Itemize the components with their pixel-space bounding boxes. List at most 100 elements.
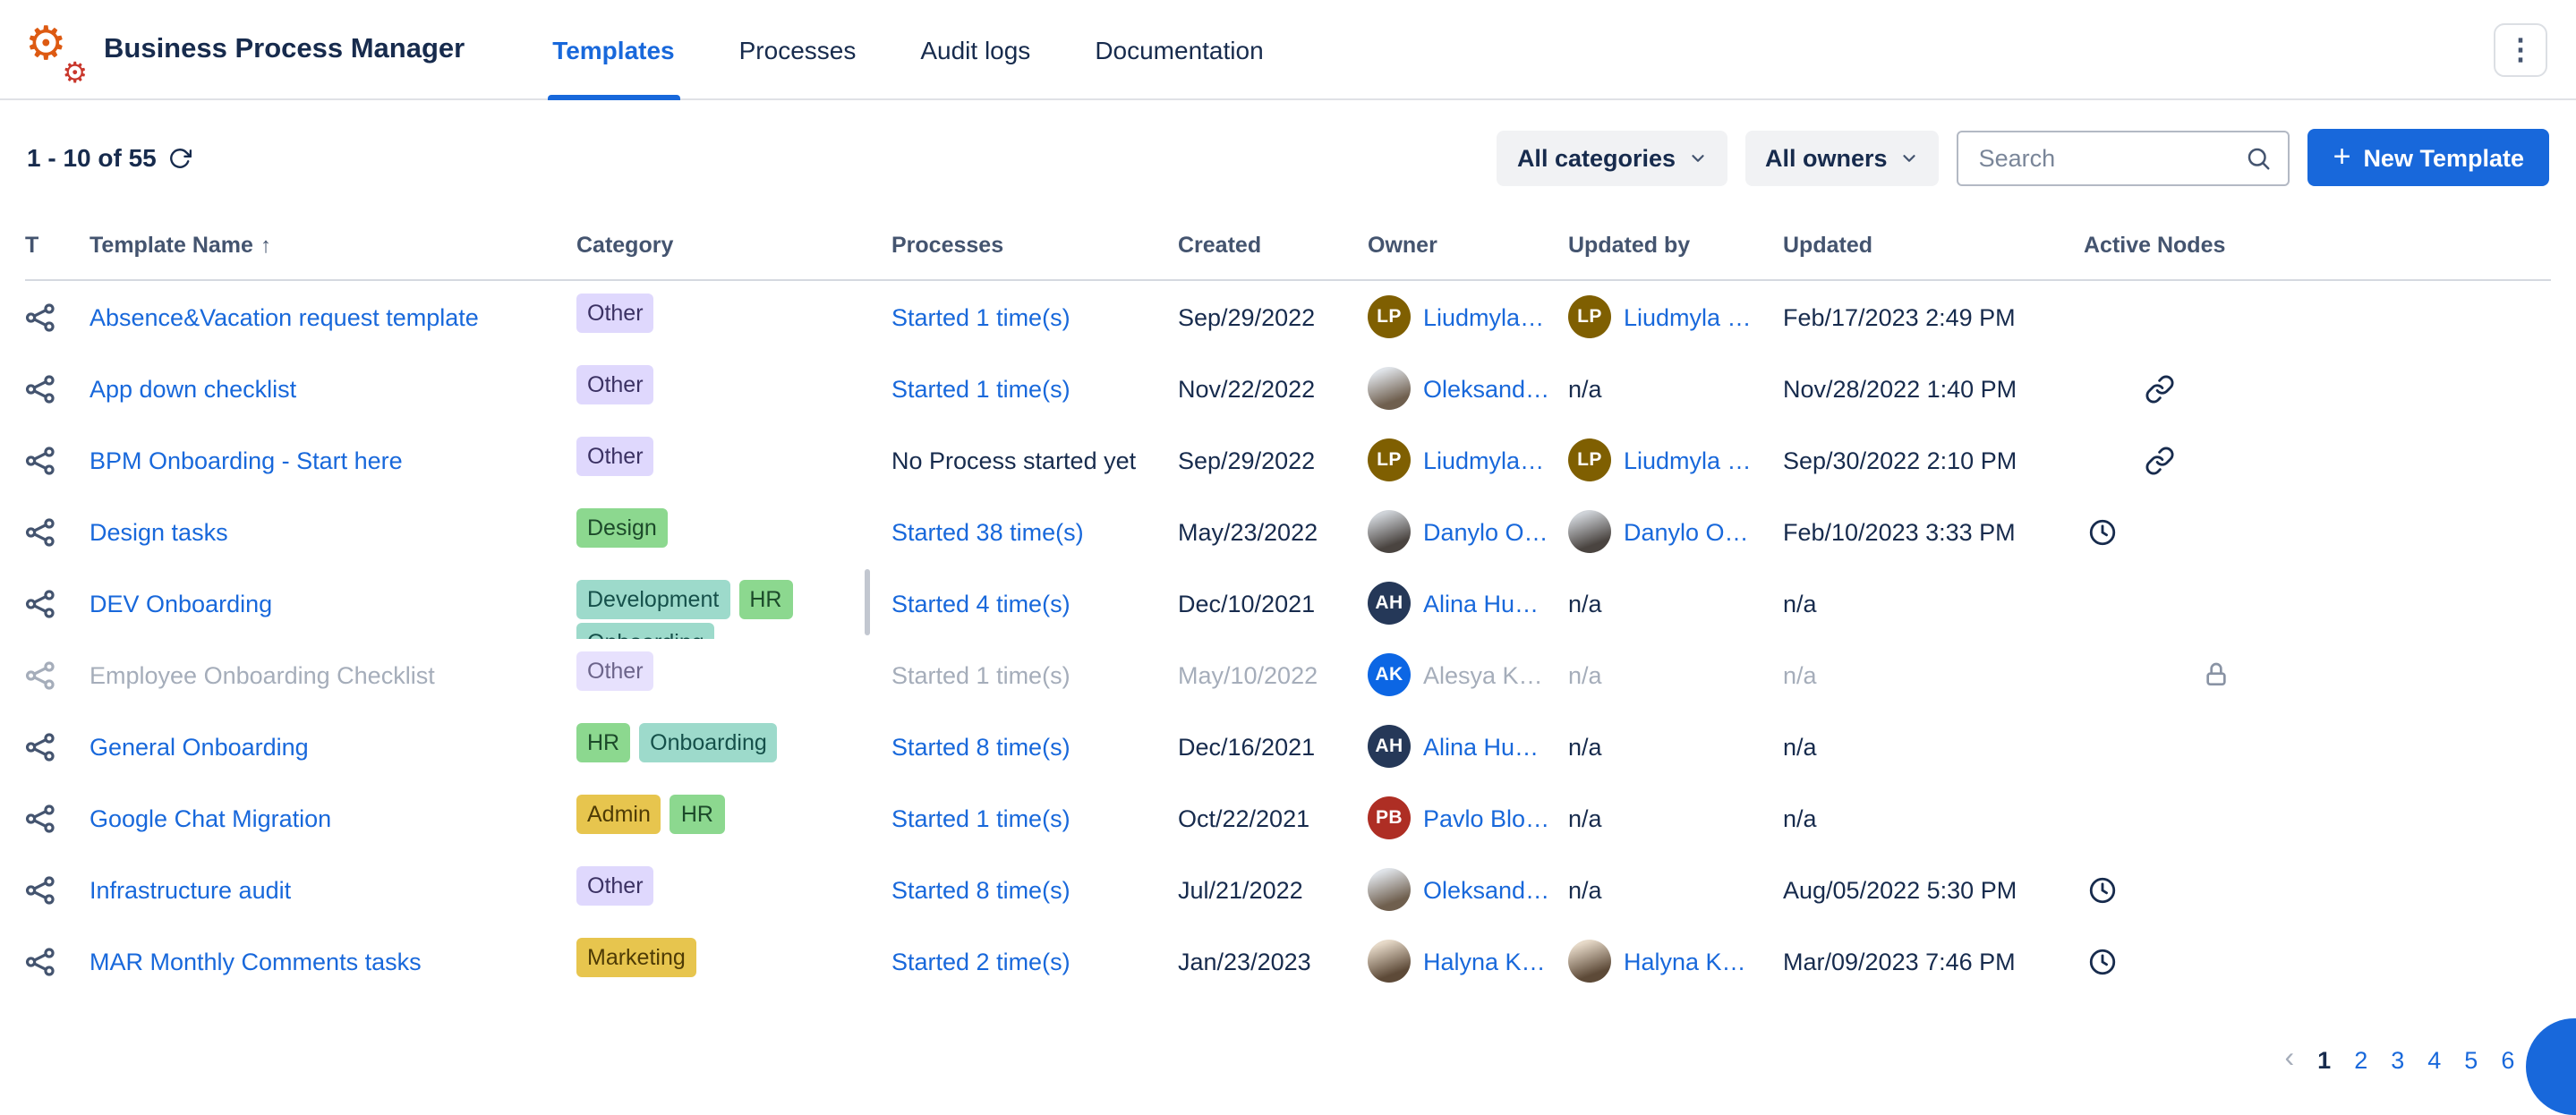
template-type-icon (25, 373, 55, 404)
pagination-page-6[interactable]: 6 (2501, 1046, 2514, 1073)
updated-by-text: n/a (1568, 733, 1602, 760)
template-name-link[interactable]: Design tasks (90, 518, 228, 545)
column-header-category[interactable]: Category (576, 232, 891, 257)
owner-link[interactable]: Alina Hu… (1423, 590, 1539, 617)
owner-link[interactable]: Oleksand… (1423, 876, 1549, 903)
updated-date: n/a (1783, 804, 2084, 831)
processes-link[interactable]: Started 4 time(s) (891, 590, 1070, 617)
clock-icon (2087, 946, 2118, 976)
sort-ascending-icon: ↑ (260, 232, 271, 257)
created-date: Nov/22/2022 (1178, 375, 1368, 402)
template-name-link[interactable]: Infrastructure audit (90, 876, 291, 903)
owner-link[interactable]: Halyna K… (1423, 948, 1546, 975)
avatar (1368, 868, 1411, 911)
pagination-page-2[interactable]: 2 (2354, 1046, 2367, 1073)
owner-link[interactable]: Liudmyla … (1423, 447, 1550, 473)
template-type-icon (25, 660, 55, 690)
template-name-link[interactable]: MAR Monthly Comments tasks (90, 948, 422, 975)
tab-audit-logs[interactable]: Audit logs (915, 0, 1036, 99)
column-header-created[interactable]: Created (1178, 232, 1368, 257)
processes-link[interactable]: Started 8 time(s) (891, 876, 1070, 903)
tab-processes[interactable]: Processes (734, 0, 862, 99)
tab-documentation[interactable]: Documentation (1089, 0, 1268, 99)
pagination-page-5[interactable]: 5 (2464, 1046, 2478, 1073)
new-template-button[interactable]: + New Template (2308, 129, 2549, 186)
template-name-link[interactable]: Employee Onboarding Checklist (90, 661, 435, 688)
category-badge: Other (576, 866, 654, 906)
category-filter-dropdown[interactable]: All categories (1497, 130, 1727, 185)
owner-link[interactable]: Pavlo Blo… (1423, 804, 1549, 831)
pagination-page-1[interactable]: 1 (2317, 1046, 2331, 1073)
template-name-link[interactable]: Absence&Vacation request template (90, 303, 479, 330)
processes-link[interactable]: Started 2 time(s) (891, 948, 1070, 975)
column-header-updated-by[interactable]: Updated by (1568, 232, 1783, 257)
updated-by-link[interactable]: Danylo O… (1624, 518, 1749, 545)
updated-date: Sep/30/2022 2:10 PM (1783, 447, 2084, 473)
updated-date: Aug/05/2022 5:30 PM (1783, 876, 2084, 903)
more-options-button[interactable]: ⋮ (2494, 22, 2547, 76)
clock-icon (2087, 874, 2118, 905)
chevron-down-icon (1900, 148, 1920, 167)
avatar (1568, 940, 1611, 983)
column-header-processes[interactable]: Processes (891, 232, 1178, 257)
owner-link[interactable]: Liudmyla … (1423, 303, 1550, 330)
template-name-link[interactable]: DEV Onboarding (90, 590, 272, 617)
avatar (1368, 940, 1411, 983)
created-date: May/10/2022 (1178, 661, 1368, 688)
processes-text: Started 1 time(s) (891, 661, 1070, 688)
template-name-link[interactable]: General Onboarding (90, 733, 309, 760)
templates-table: T Template Name↑ Category Processes Crea… (0, 209, 2576, 997)
created-date: Dec/10/2021 (1178, 590, 1368, 617)
owner-link[interactable]: Oleksand… (1423, 375, 1549, 402)
created-date: May/23/2022 (1178, 518, 1368, 545)
table-row: MAR Monthly Comments tasksMarketingStart… (25, 925, 2551, 997)
pagination: ‹123456› (2285, 1045, 2548, 1074)
app-logo-gears-icon: ⚙⚙ (29, 21, 86, 78)
column-header-type[interactable]: T (25, 232, 90, 257)
table-row: Google Chat MigrationAdminHRStarted 1 ti… (25, 782, 2551, 854)
processes-link[interactable]: Started 1 time(s) (891, 303, 1070, 330)
pagination-prev[interactable]: ‹ (2285, 1045, 2295, 1074)
owner-link[interactable]: Alina Hu… (1423, 733, 1539, 760)
column-header-updated[interactable]: Updated (1783, 232, 2084, 257)
owner-link[interactable]: Danylo O… (1423, 518, 1548, 545)
business-process-manager-app: ⚙⚙ Business Process Manager Templates Pr… (0, 0, 2576, 1115)
processes-link[interactable]: Started 1 time(s) (891, 804, 1070, 831)
owner-link[interactable]: Alesya K… (1423, 661, 1543, 688)
column-header-template-name[interactable]: Template Name↑ (90, 232, 576, 257)
column-header-owner[interactable]: Owner (1368, 232, 1568, 257)
table-row: Infrastructure audit Other Started 8 time(… (25, 854, 2551, 925)
category-badge: HR (576, 723, 630, 762)
template-name-link[interactable]: BPM Onboarding - Start here (90, 447, 403, 473)
toolbar-controls: All categories All owners + New Template (1497, 129, 2549, 186)
pagination-page-3[interactable]: 3 (2391, 1046, 2404, 1073)
tab-templates[interactable]: Templates (547, 0, 679, 99)
floating-help-button[interactable] (2526, 1018, 2576, 1115)
template-name-link[interactable]: App down checklist (90, 375, 296, 402)
updated-date: Mar/09/2023 7:46 PM (1783, 948, 2084, 975)
search-input[interactable] (1975, 142, 2246, 173)
processes-link[interactable]: Started 38 time(s) (891, 518, 1084, 545)
template-type-icon (25, 302, 55, 332)
column-header-active-nodes[interactable]: Active Nodes (2084, 232, 2551, 257)
updated-by-link[interactable]: Halyna K… (1624, 948, 1746, 975)
template-type-icon (25, 803, 55, 833)
scrollbar-thumb[interactable] (865, 569, 870, 635)
template-type-icon (25, 731, 55, 762)
updated-by-link[interactable]: Liudmyla … (1624, 303, 1752, 330)
template-type-icon (25, 874, 55, 905)
processes-link[interactable]: Started 8 time(s) (891, 733, 1070, 760)
updated-date: Feb/10/2023 3:33 PM (1783, 518, 2084, 545)
app-title: Business Process Manager (104, 33, 465, 65)
updated-by-link[interactable]: Liudmyla … (1624, 447, 1752, 473)
pagination-page-4[interactable]: 4 (2427, 1046, 2441, 1073)
link-icon (2145, 445, 2175, 475)
processes-link[interactable]: Started 1 time(s) (891, 375, 1070, 402)
owner-filter-dropdown[interactable]: All owners (1745, 130, 1940, 185)
updated-date: n/a (1783, 661, 2084, 688)
template-name-link[interactable]: Google Chat Migration (90, 804, 331, 831)
template-type-icon (25, 588, 55, 618)
table-row: Design tasksDesignStarted 38 time(s)May/… (25, 496, 2551, 567)
avatar: AH (1368, 582, 1411, 625)
refresh-icon[interactable] (169, 146, 192, 169)
